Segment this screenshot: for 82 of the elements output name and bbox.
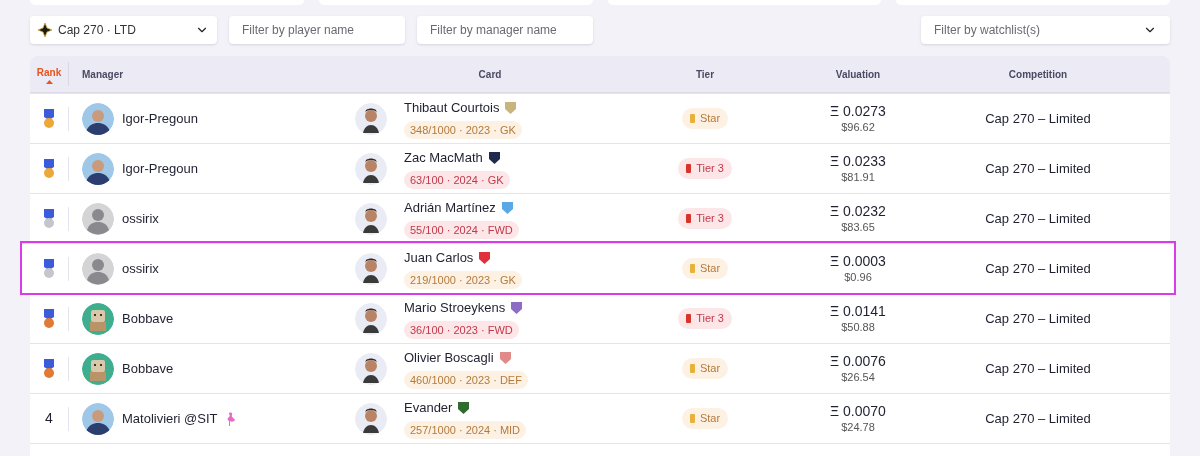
tier-badge: Star bbox=[681, 108, 729, 129]
column-header[interactable]: Competition bbox=[1008, 66, 1068, 82]
tier-badge: Tier 3 bbox=[678, 308, 732, 329]
player-filter-field[interactable]: Filter by player name bbox=[229, 16, 405, 44]
manager-name[interactable]: Igor-Pregoun bbox=[122, 158, 198, 179]
tier-badge: Tier 3 bbox=[678, 158, 732, 179]
table-row[interactable]: ossirix Adrián Martínez 55/100 · 2024 · FWD Tier 3 Ξ 0.0232 $83.65 Cap 270 – Limited bbox=[30, 193, 1170, 243]
competition-name: Cap 270 – Limited bbox=[985, 159, 1091, 178]
column-header[interactable]: Manager bbox=[82, 66, 124, 82]
eth-value: Ξ 0.0233 bbox=[830, 153, 886, 170]
table-row[interactable]: Bobbave Olivier Boscagli 460/1000 · 2023 · DEF Star Ξ 0.0076 $26.54 Cap 270 – Limited bbox=[30, 343, 1170, 393]
competition-name: Cap 270 – Limited bbox=[985, 209, 1091, 228]
manager-name[interactable]: Bobbave bbox=[122, 358, 174, 379]
player-avatar bbox=[355, 402, 387, 435]
manager-name[interactable]: Matolivieri @SIT bbox=[122, 408, 218, 429]
competition-select[interactable]: Cap 270 · LTD bbox=[30, 16, 217, 44]
table-row[interactable]: 4 Matolivieri @SIT Evander 257/1000 · 2024 · MID Star Ξ 0.0070 $24.78 Cap 270 – Limited bbox=[30, 393, 1170, 443]
eth-value: Ξ 0.0003 bbox=[830, 253, 886, 270]
watchlist-select[interactable]: Filter by watchlist(s) bbox=[921, 16, 1170, 44]
player-avatar bbox=[355, 302, 387, 335]
player-avatar bbox=[355, 102, 387, 135]
player-name[interactable]: Mario Stroeykens bbox=[404, 298, 506, 318]
card-details-badge: 63/100 · 2024 · GK bbox=[404, 170, 510, 189]
player-name[interactable]: Thibaut Courtois bbox=[404, 98, 500, 118]
card-icon bbox=[686, 164, 692, 173]
usd-value: $24.78 bbox=[841, 420, 875, 434]
table-row[interactable]: Igor-Pregoun Zac MacMath 63/100 · 2024 · GK Tier 3 Ξ 0.0233 $81.91 Cap 270 – Limited bbox=[30, 143, 1170, 193]
tier-badge: Star bbox=[681, 258, 729, 279]
rank-number: 4 bbox=[45, 409, 53, 428]
player-name[interactable]: Juan Carlos bbox=[404, 248, 474, 268]
card-details-badge: 55/100 · 2024 · FWD bbox=[404, 220, 519, 239]
competition-name: Cap 270 – Limited bbox=[985, 359, 1091, 378]
eth-value: Ξ 0.0232 bbox=[830, 203, 886, 220]
card-details-badge: 348/1000 · 2023 · GK bbox=[404, 120, 522, 139]
eth-value: Ξ 0.0273 bbox=[830, 103, 886, 120]
card-icon bbox=[689, 364, 695, 373]
card-details-badge: 36/100 · 2023 · FWD bbox=[404, 320, 519, 339]
table-row[interactable]: Igor-Pregoun Thibaut Courtois 348/1000 · 2023 · GK Star Ξ 0.0273 $96.62 Cap 270 – Limited bbox=[30, 93, 1170, 143]
card-icon bbox=[689, 264, 695, 273]
table-row[interactable]: Bobbave Mario Stroeykens 36/100 · 2023 · FWD Tier 3 Ξ 0.0141 $50.88 Cap 270 – Limited bbox=[30, 293, 1170, 343]
usd-value: $0.96 bbox=[844, 270, 872, 284]
player-name[interactable]: Olivier Boscagli bbox=[404, 348, 494, 368]
table-row[interactable]: ossirix Juan Carlos 219/1000 · 2023 · GK Star Ξ 0.0003 $0.96 Cap 270 – Limited bbox=[22, 243, 1174, 293]
eth-value: Ξ 0.0141 bbox=[830, 303, 886, 320]
card-details-badge: 257/1000 · 2024 · MID bbox=[404, 420, 527, 439]
eth-value: Ξ 0.0076 bbox=[830, 353, 886, 370]
player-avatar bbox=[355, 202, 387, 235]
eth-value: Ξ 0.0070 bbox=[830, 403, 886, 420]
player-avatar bbox=[355, 352, 387, 385]
player-avatar bbox=[355, 252, 387, 285]
manager-name[interactable]: Bobbave bbox=[122, 308, 174, 329]
manager-name[interactable]: Igor-Pregoun bbox=[122, 108, 198, 129]
manager-name[interactable]: ossirix bbox=[122, 258, 159, 279]
usd-value: $96.62 bbox=[841, 120, 875, 134]
player-name[interactable]: Adrián Martínez bbox=[404, 198, 496, 218]
competition-name: Cap 270 – Limited bbox=[985, 109, 1091, 128]
manager-filter-field[interactable]: Filter by manager name bbox=[417, 16, 593, 44]
usd-value: $81.91 bbox=[841, 170, 875, 184]
card-details-badge: 219/1000 · 2023 · GK bbox=[404, 270, 522, 289]
sort-up-icon bbox=[45, 79, 53, 84]
competition-name: Cap 270 – Limited bbox=[985, 309, 1091, 328]
tier-badge: Star bbox=[681, 358, 729, 379]
manager-name[interactable]: ossirix bbox=[122, 208, 159, 229]
competition-name: Cap 270 – Limited bbox=[985, 409, 1091, 428]
card-icon bbox=[689, 114, 695, 123]
card-icon bbox=[686, 214, 692, 223]
player-name[interactable]: Evander bbox=[404, 398, 453, 418]
competition-name: Cap 270 – Limited bbox=[985, 259, 1091, 278]
card-icon bbox=[689, 414, 695, 423]
card-icon bbox=[686, 314, 692, 323]
player-name[interactable]: Zac MacMath bbox=[404, 148, 483, 168]
tier-badge: Star bbox=[681, 408, 729, 429]
column-header[interactable]: Tier bbox=[695, 66, 715, 82]
usd-value: $26.54 bbox=[841, 370, 875, 384]
star-logo-icon bbox=[38, 23, 52, 37]
column-header[interactable]: Valuation bbox=[835, 66, 881, 82]
card-details-badge: 460/1000 · 2023 · DEF bbox=[404, 370, 528, 389]
player-avatar bbox=[355, 152, 387, 185]
tier-badge: Tier 3 bbox=[678, 208, 732, 229]
usd-value: $83.65 bbox=[841, 220, 875, 234]
usd-value: $50.88 bbox=[841, 320, 875, 334]
column-header[interactable]: Card bbox=[478, 66, 502, 82]
